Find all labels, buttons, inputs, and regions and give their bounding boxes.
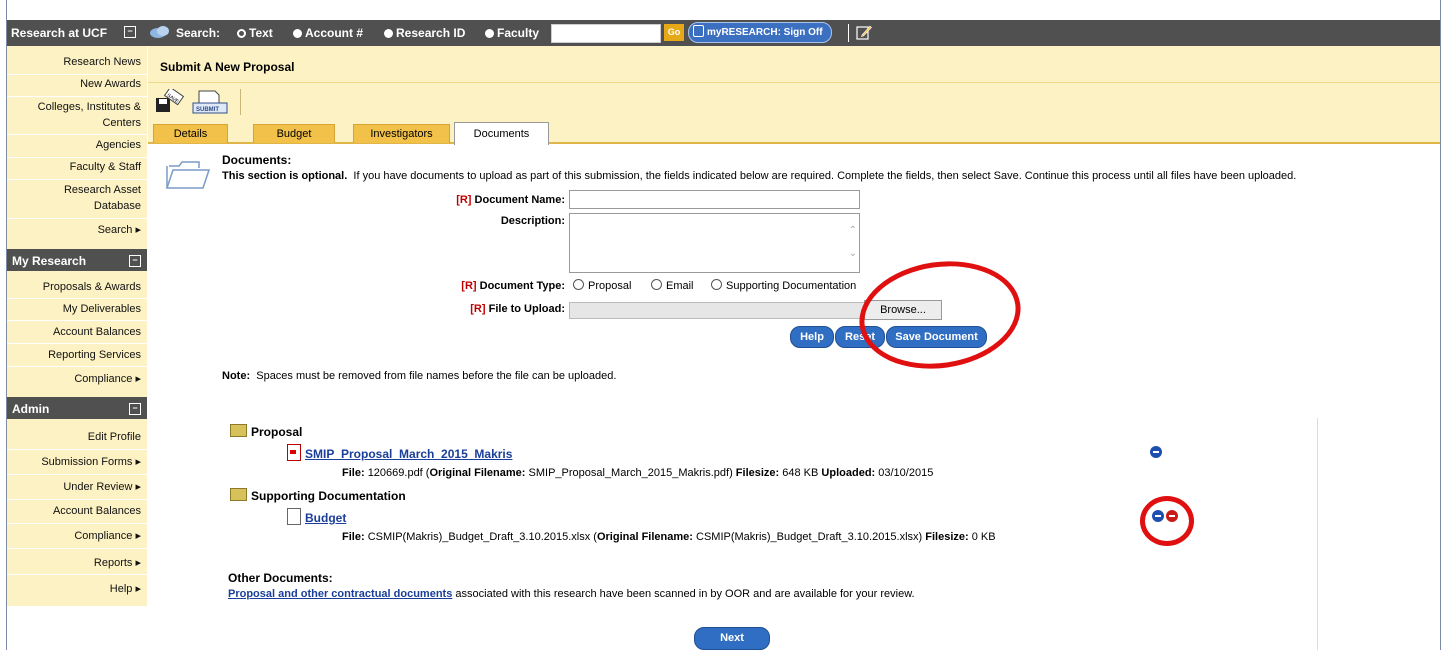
budget-file-row: Budget bbox=[287, 508, 346, 525]
doc-type-email[interactable]: Email bbox=[647, 279, 694, 292]
tab-documents[interactable]: Documents bbox=[454, 122, 549, 145]
tab-bar: Details Budget Investigators Documents bbox=[148, 120, 1440, 145]
collapse-icon[interactable]: − bbox=[129, 255, 141, 267]
doc-type-proposal[interactable]: Proposal bbox=[569, 279, 631, 292]
toolbar: SAVE SUBMIT bbox=[148, 82, 1440, 121]
browse-button[interactable]: Browse... bbox=[864, 300, 942, 320]
tab-investigators[interactable]: Investigators bbox=[353, 124, 450, 143]
sidebar-item-admin-compliance[interactable]: Compliance bbox=[74, 529, 141, 544]
sidebar-item-help[interactable]: Help bbox=[110, 582, 141, 597]
documents-heading: Documents: bbox=[222, 153, 292, 167]
search-option-research-id[interactable]: Research ID bbox=[384, 26, 465, 40]
page-title-bar: Submit A New Proposal bbox=[148, 46, 1440, 82]
sidebar-item-search[interactable]: Search bbox=[98, 223, 141, 238]
description-label: Description: bbox=[500, 215, 565, 227]
folder-icon bbox=[165, 161, 211, 189]
sidebar-item-account-balances[interactable]: Account Balances bbox=[53, 325, 141, 340]
tab-budget[interactable]: Budget bbox=[253, 124, 335, 143]
file-upload-label: [R] File to Upload: bbox=[470, 303, 565, 315]
doc-type-supporting[interactable]: Supporting Documentation bbox=[707, 279, 856, 292]
sidebar-item-reporting-services[interactable]: Reporting Services bbox=[48, 348, 141, 363]
sidebar-item-admin-account-balances[interactable]: Account Balances bbox=[53, 504, 141, 519]
scroll-up-icon[interactable]: ⌃ bbox=[849, 225, 857, 236]
sidebar-item-compliance[interactable]: Compliance bbox=[74, 372, 141, 387]
search-label: Search: bbox=[176, 26, 221, 40]
proposal-file-info: File: 120669.pdf (Original Filename: SMI… bbox=[342, 467, 934, 479]
contractual-documents-link[interactable]: Proposal and other contractual documents bbox=[228, 588, 452, 600]
optional-description: This section is optional. If you have do… bbox=[222, 170, 1297, 182]
budget-file-info: File: CSMIP(Makris)_Budget_Draft_3.10.20… bbox=[342, 531, 996, 543]
sidebar-item-research-asset-line2[interactable]: Database bbox=[94, 199, 141, 214]
edit-icon[interactable] bbox=[856, 24, 872, 40]
sidebar-item-reports[interactable]: Reports bbox=[94, 556, 141, 571]
save-document-button[interactable]: Save Document bbox=[886, 326, 987, 348]
delete-icon[interactable] bbox=[1166, 510, 1178, 522]
lock-icon bbox=[693, 25, 704, 37]
svg-text:SUBMIT: SUBMIT bbox=[196, 107, 219, 113]
description-textarea[interactable]: ⌃ ⌄ bbox=[569, 213, 860, 273]
sidebar-item-colleges-line2[interactable]: Centers bbox=[102, 116, 141, 131]
collapse-icon[interactable]: − bbox=[124, 26, 136, 38]
sidebar-item-agencies[interactable]: Agencies bbox=[96, 138, 141, 153]
sidebar-item-research-asset-line1[interactable]: Research Asset bbox=[64, 183, 141, 198]
admin-header[interactable]: Admin − bbox=[7, 397, 147, 419]
scroll-down-icon[interactable]: ⌄ bbox=[849, 248, 857, 259]
other-documents-heading: Other Documents: bbox=[228, 571, 333, 585]
sidebar-item-new-awards[interactable]: New Awards bbox=[80, 77, 141, 92]
search-option-account[interactable]: Account # bbox=[293, 26, 363, 40]
view-icon[interactable] bbox=[1152, 510, 1164, 522]
sidebar-item-research-news[interactable]: Research News bbox=[63, 55, 141, 70]
help-button[interactable]: Help bbox=[790, 326, 834, 348]
file-path-input[interactable] bbox=[569, 302, 871, 319]
sidebar-item-faculty-staff[interactable]: Faculty & Staff bbox=[70, 160, 141, 175]
search-option-text[interactable]: Text bbox=[237, 26, 273, 40]
sidebar-item-edit-profile[interactable]: Edit Profile bbox=[88, 430, 141, 445]
proposal-file-link[interactable]: SMIP_Proposal_March_2015_Makris bbox=[305, 447, 512, 461]
page-title: Submit A New Proposal bbox=[160, 60, 295, 74]
save-icon[interactable]: SAVE bbox=[155, 89, 185, 115]
divider bbox=[848, 24, 849, 42]
my-research-header[interactable]: My Research − bbox=[7, 249, 147, 271]
reset-button[interactable]: Reset bbox=[835, 326, 885, 348]
sidebar-item-my-deliverables[interactable]: My Deliverables bbox=[63, 302, 141, 317]
cloud-search-icon bbox=[150, 26, 169, 38]
collapse-icon[interactable]: − bbox=[129, 403, 141, 415]
other-documents-text: Proposal and other contractual documents… bbox=[228, 588, 915, 600]
sign-off-button[interactable]: myRESEARCH: Sign Off bbox=[688, 22, 832, 43]
proposal-file-row: SMIP_Proposal_March_2015_Makris bbox=[287, 444, 512, 461]
sidebar: Research News New Awards Colleges, Insti… bbox=[7, 46, 147, 606]
view-icon[interactable] bbox=[1150, 446, 1162, 458]
tab-details[interactable]: Details bbox=[153, 124, 228, 143]
document-icon bbox=[287, 508, 301, 525]
document-name-input[interactable] bbox=[569, 190, 860, 209]
search-option-faculty[interactable]: Faculty bbox=[485, 26, 539, 40]
upload-note: Note: Spaces must be removed from file n… bbox=[222, 370, 617, 382]
sidebar-item-under-review[interactable]: Under Review bbox=[63, 480, 141, 495]
document-type-label: [R] Document Type: bbox=[461, 280, 565, 292]
sidebar-item-submission-forms[interactable]: Submission Forms bbox=[41, 455, 141, 470]
divider bbox=[240, 89, 241, 115]
sidebar-item-proposals-awards[interactable]: Proposals & Awards bbox=[43, 280, 141, 295]
budget-file-link[interactable]: Budget bbox=[305, 511, 346, 525]
folder-icon bbox=[230, 488, 247, 501]
proposal-group: Proposal bbox=[230, 424, 302, 439]
submit-icon[interactable]: SUBMIT bbox=[189, 89, 229, 115]
pdf-icon bbox=[287, 444, 301, 461]
folder-icon bbox=[230, 424, 247, 437]
app-frame: Research at UCF − Search: Text Account #… bbox=[6, 0, 1441, 650]
go-button[interactable]: Go bbox=[664, 24, 684, 41]
sidebar-item-colleges-line1[interactable]: Colleges, Institutes & bbox=[38, 100, 141, 115]
supporting-group: Supporting Documentation bbox=[230, 488, 406, 503]
search-input[interactable] bbox=[551, 24, 661, 43]
top-bar: Research at UCF − Search: Text Account #… bbox=[7, 20, 1440, 46]
brand-title: Research at UCF bbox=[11, 26, 108, 40]
next-button[interactable]: Next bbox=[694, 627, 770, 650]
document-name-label: [R] Document Name: bbox=[456, 194, 565, 206]
